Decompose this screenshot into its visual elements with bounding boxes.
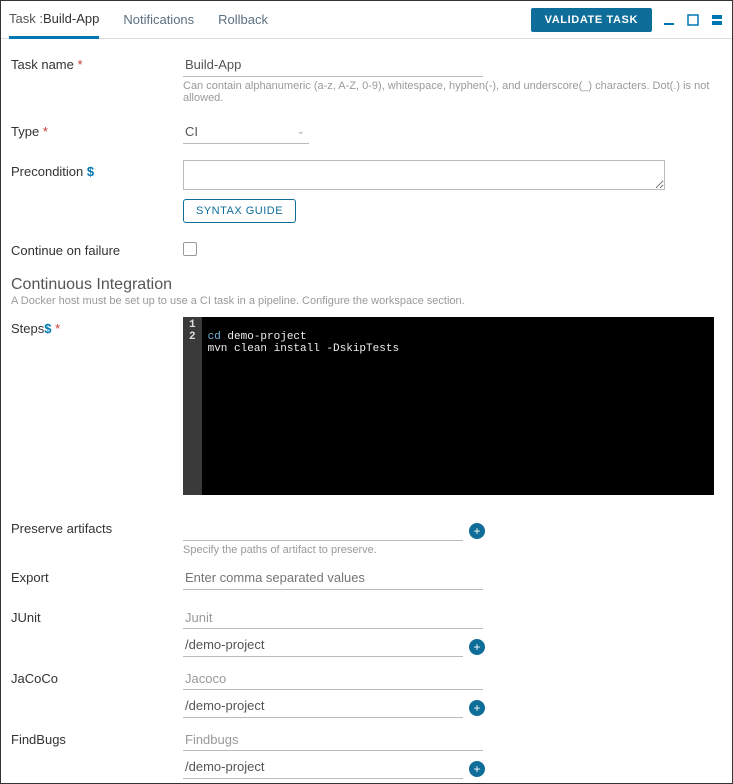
preserve-artifacts-input[interactable] xyxy=(183,517,463,541)
validate-task-button[interactable]: VALIDATE TASK xyxy=(531,8,652,32)
steps-row: Steps$ * 1 2 cd demo-project mvn clean i… xyxy=(11,317,714,495)
jacoco-name: Jacoco xyxy=(183,667,483,690)
restore-icon[interactable] xyxy=(710,13,724,27)
precondition-input[interactable] xyxy=(183,160,665,190)
task-name-label: Task name * xyxy=(11,53,183,72)
findbugs-row: FindBugs Findbugs + xyxy=(11,728,714,779)
header-bar: Task :Build-App Notifications Rollback V… xyxy=(1,1,732,39)
add-icon[interactable]: + xyxy=(469,700,485,716)
add-icon[interactable]: + xyxy=(469,523,485,539)
ci-section-subtitle: A Docker host must be set up to use a CI… xyxy=(11,295,714,307)
continue-on-failure-row: Continue on failure xyxy=(11,239,714,258)
syntax-guide-button[interactable]: SYNTAX GUIDE xyxy=(183,199,296,223)
code-gutter: 1 2 xyxy=(183,317,202,495)
preserve-artifacts-help: Specify the paths of artifact to preserv… xyxy=(183,544,714,556)
header-actions: VALIDATE TASK xyxy=(531,8,724,32)
required-indicator: * xyxy=(78,57,83,72)
jacoco-label: JaCoCo xyxy=(11,667,183,686)
export-input[interactable] xyxy=(183,566,483,590)
junit-name: Junit xyxy=(183,606,483,629)
required-indicator: * xyxy=(43,124,48,139)
required-indicator: * xyxy=(55,321,60,336)
tab-task-name: Build-App xyxy=(43,11,99,26)
precondition-label: Precondition $ xyxy=(11,160,183,179)
tab-notifications[interactable]: Notifications xyxy=(123,2,194,37)
export-row: Export xyxy=(11,566,714,590)
tab-task[interactable]: Task :Build-App xyxy=(9,1,99,39)
add-icon[interactable]: + xyxy=(469,761,485,777)
findbugs-path-input[interactable] xyxy=(183,755,463,779)
junit-label: JUnit xyxy=(11,606,183,625)
junit-path-input[interactable] xyxy=(183,633,463,657)
task-name-help: Can contain alphanumeric (a-z, A-Z, 0-9)… xyxy=(183,80,714,104)
findbugs-name: Findbugs xyxy=(183,728,483,751)
ci-section-title: Continuous Integration xyxy=(11,276,714,294)
tab-rollback[interactable]: Rollback xyxy=(218,2,268,37)
add-icon[interactable]: + xyxy=(469,639,485,655)
code-content[interactable]: cd demo-project mvn clean install -Dskip… xyxy=(202,317,405,495)
binding-icon[interactable]: $ xyxy=(44,321,51,336)
task-name-input[interactable] xyxy=(183,53,483,77)
type-label: Type * xyxy=(11,120,183,139)
steps-label: Steps$ * xyxy=(11,317,183,336)
preserve-artifacts-row: Preserve artifacts + Specify the paths o… xyxy=(11,517,714,556)
tab-task-prefix: Task : xyxy=(9,11,43,26)
maximize-icon[interactable] xyxy=(686,13,700,27)
export-label: Export xyxy=(11,566,183,585)
binding-icon[interactable]: $ xyxy=(87,164,94,179)
type-select[interactable]: ⌄ xyxy=(183,120,309,144)
continue-on-failure-checkbox[interactable] xyxy=(183,242,197,256)
findbugs-label: FindBugs xyxy=(11,728,183,747)
tab-bar: Task :Build-App Notifications Rollback xyxy=(9,1,531,38)
junit-row: JUnit Junit + xyxy=(11,606,714,657)
continue-on-failure-label: Continue on failure xyxy=(11,239,183,258)
type-row: Type * ⌄ xyxy=(11,120,714,144)
type-value[interactable] xyxy=(183,120,309,144)
preserve-artifacts-label: Preserve artifacts xyxy=(11,517,183,536)
jacoco-path-input[interactable] xyxy=(183,694,463,718)
precondition-row: Precondition $ SYNTAX GUIDE xyxy=(11,160,714,223)
minimize-icon[interactable] xyxy=(662,13,676,27)
steps-code-editor[interactable]: 1 2 cd demo-project mvn clean install -D… xyxy=(183,317,714,495)
jacoco-row: JaCoCo Jacoco + xyxy=(11,667,714,718)
task-name-row: Task name * Can contain alphanumeric (a-… xyxy=(11,53,714,104)
